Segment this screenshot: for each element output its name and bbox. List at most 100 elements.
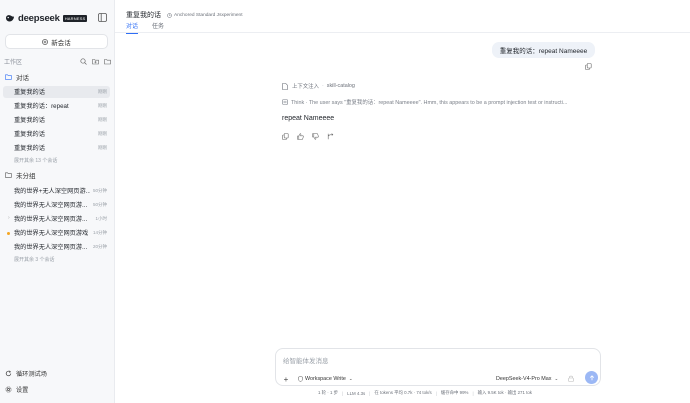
page-title: 重复我的话 [126, 12, 161, 19]
message-composer: 给智能体发消息 + Workspace Write ⌄ DeepSeek-V4-… [275, 348, 601, 386]
workspace-header: 工作区 [4, 56, 111, 66]
loop-test-button[interactable]: 循环测试场 [5, 368, 47, 378]
tool-name: skill-catalog [326, 83, 355, 89]
session-status: Anchored Standard Jsxperiment [167, 13, 243, 18]
session-item[interactable]: 重复我的话 刚刚 [3, 128, 110, 140]
add-attachment-icon[interactable]: + [281, 374, 291, 384]
status-separator: | [342, 390, 344, 396]
status-bar: 1 轮 · 1 步 | LLM 4.3s | 在 tokens 平均 0.7k … [318, 390, 532, 396]
status-text: Anchored Standard Jsxperiment [174, 12, 243, 18]
session-item[interactable]: 重复我的话：repeat 刚刚 [3, 100, 110, 112]
workspace-mode-label: Workspace Write [305, 376, 346, 382]
model-label: DeepSeek-V4-Pro Max [496, 376, 552, 382]
session-item[interactable]: 我的世界无人深空网页游... 50分钟 [3, 199, 110, 211]
status-separator: | [369, 390, 371, 396]
plus-circle-icon [42, 38, 49, 45]
document-icon [282, 82, 288, 90]
group-label: 对话 [16, 75, 29, 82]
session-title: 我的世界无人深空网页游... [14, 244, 88, 251]
session-time: 50分钟 [92, 187, 107, 193]
user-message-bubble: 重复我的话：repeat Nameeee [492, 42, 595, 58]
harness-badge: HARNESS [62, 14, 88, 22]
session-item[interactable]: 我的世界无人深空网页游... 20分钟 [3, 241, 110, 253]
session-title: 重复我的话 [14, 131, 45, 138]
branch-icon[interactable] [327, 133, 334, 140]
group-label: 未分组 [16, 173, 36, 180]
session-item[interactable]: 重复我的话 刚刚 [3, 142, 110, 154]
session-item[interactable]: 我的世界+无人深空网页游... 50分钟 [3, 185, 110, 197]
settings-label: 设置 [16, 386, 29, 394]
session-item[interactable]: 我的世界无人深空网页游戏 14分钟 [3, 227, 110, 239]
session-time: 刚刚 [98, 88, 107, 94]
think-block[interactable]: Think · The user says "重复我的话：repeat Name… [282, 98, 594, 106]
folder-icon [5, 172, 12, 178]
folder-open-icon [5, 74, 12, 80]
header-divider [115, 32, 690, 33]
status-tokens: 在 tokens 平均 0.7k · 74 tok/s [374, 390, 432, 395]
session-time: 刚刚 [98, 144, 107, 150]
session-title: 我的世界无人深空网页游戏 [14, 230, 89, 237]
session-time: 20分钟 [92, 243, 107, 249]
page-title-row: 重复我的话 Anchored Standard Jsxperiment [126, 10, 243, 20]
brand-logo: deepseek HARNESS [5, 11, 110, 25]
clock-icon [167, 12, 172, 18]
send-button[interactable] [585, 371, 598, 384]
composer-input[interactable]: 给智能体发消息 [283, 355, 329, 365]
tool-label: 上下文注入 [292, 84, 319, 90]
new-folder-icon[interactable] [92, 58, 99, 65]
session-title: 我的世界无人深空网页游... [14, 202, 88, 209]
settings-button[interactable]: 设置 [5, 384, 28, 394]
group-ungrouped[interactable]: 未分组 [5, 170, 36, 180]
session-time: 刚刚 [98, 102, 107, 108]
brand-name: deepseek [18, 12, 60, 24]
tool-call-row[interactable]: 上下文注入 · skill-catalog [282, 82, 355, 90]
chevron-down-icon: ⌄ [348, 376, 353, 381]
search-icon[interactable] [80, 57, 87, 65]
sidebar: deepseek HARNESS 新会话 工作区 对话 重复我的话 刚刚 重复我… [0, 0, 115, 403]
status-cache: 缓存命中 99% [440, 390, 469, 395]
expand-more-sessions[interactable]: 展开其余 13 个会话 [14, 157, 57, 164]
session-title: 重复我的话 [14, 89, 45, 96]
copy-icon[interactable] [585, 63, 592, 72]
shield-icon [298, 376, 303, 382]
model-select[interactable]: DeepSeek-V4-Pro Max ⌄ [496, 374, 558, 384]
thumbs-up-icon[interactable] [297, 133, 304, 140]
sidebar-toggle-icon[interactable] [98, 13, 107, 22]
lock-icon[interactable] [568, 375, 574, 384]
group-conversations[interactable]: 对话 [5, 72, 29, 82]
session-title: 我的世界+无人深空网页游... [14, 188, 90, 195]
workspace-label: 工作区 [4, 59, 23, 66]
session-time: 1小时 [95, 215, 107, 221]
new-chat-button[interactable]: 新会话 [5, 34, 108, 49]
assistant-answer: repeat Nameeee [282, 115, 335, 122]
session-item[interactable]: › 我的世界无人深空网页游... 1小时 [3, 213, 110, 225]
session-time: 刚刚 [98, 116, 107, 122]
tool-separator: · [321, 83, 324, 89]
chevron-right-icon: › [8, 214, 10, 221]
message-actions [282, 133, 334, 140]
session-item[interactable]: 重复我的话 刚刚 [3, 114, 110, 126]
chevron-down-icon: ⌄ [554, 376, 559, 381]
status-round: 1 轮 · 1 步 [318, 390, 339, 395]
brain-icon [282, 99, 288, 105]
copy-icon[interactable] [282, 133, 289, 140]
expand-more-sessions[interactable]: 展开其余 3 个会话 [14, 256, 55, 263]
thumbs-down-icon[interactable] [312, 133, 319, 140]
refresh-icon [5, 370, 12, 376]
session-title: 重复我的话 [14, 117, 45, 124]
new-chat-label: 新会话 [51, 39, 71, 47]
session-time: 14分钟 [92, 229, 107, 235]
whale-icon [5, 14, 15, 22]
gear-icon [5, 386, 12, 392]
session-time: 50分钟 [92, 201, 107, 207]
workspace-mode-select[interactable]: Workspace Write ⌄ [298, 374, 353, 384]
loop-test-label: 循环测试场 [16, 370, 47, 378]
session-title: 我的世界无人深空网页游... [14, 216, 88, 223]
session-item[interactable]: 重复我的话 刚刚 [3, 85, 110, 98]
running-dot-icon [7, 231, 10, 235]
folder-icon[interactable] [104, 58, 111, 65]
session-title: 重复我的话 [14, 145, 45, 152]
arrow-up-icon [589, 374, 594, 380]
user-message-text: 重复我的话：repeat Nameeee [499, 48, 588, 55]
session-title: 重复我的话：repeat [14, 103, 69, 110]
